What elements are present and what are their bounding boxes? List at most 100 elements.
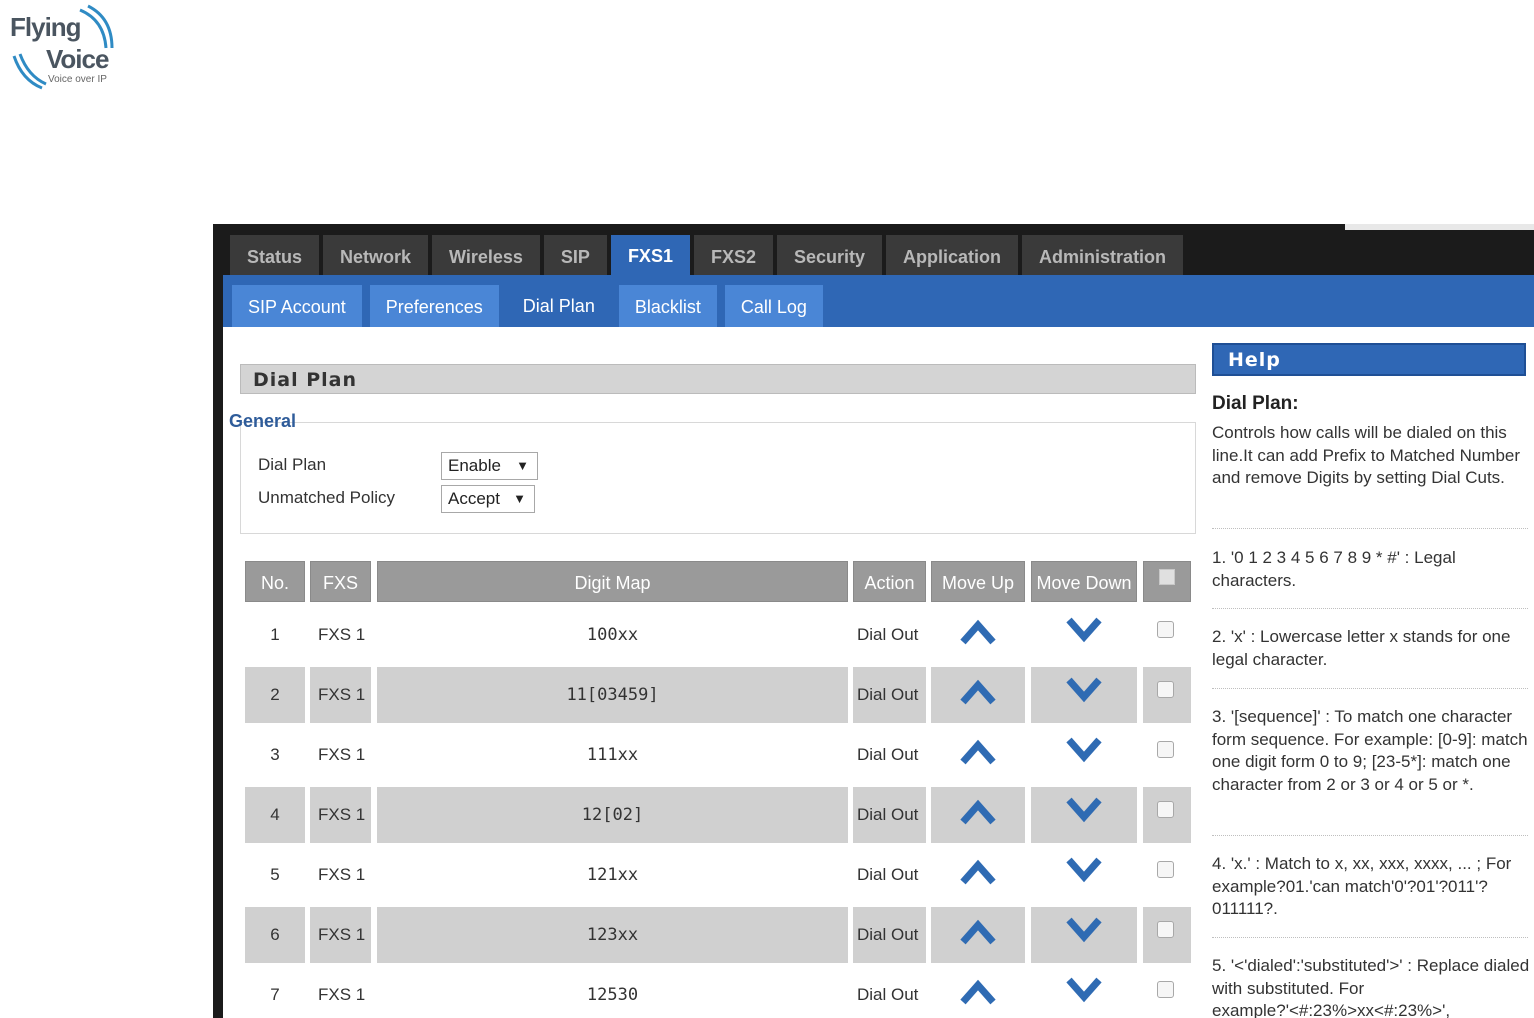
subtab-dial-plan[interactable]: Dial Plan (506, 285, 611, 327)
move-up-button[interactable] (931, 847, 1025, 903)
row-checkbox[interactable] (1157, 981, 1174, 998)
row-action: Dial Out (857, 685, 919, 704)
tab-network[interactable]: Network (323, 235, 429, 275)
logo-word-voice: Voice (46, 44, 109, 74)
row-action: Dial Out (857, 625, 919, 644)
subtab-sip-account[interactable]: SIP Account (232, 285, 362, 327)
move-down-button[interactable] (1031, 967, 1137, 1018)
help-divider (1212, 688, 1528, 689)
tab-security[interactable]: Security (777, 235, 883, 275)
help-header: Help (1212, 343, 1526, 376)
move-down-button[interactable] (1031, 907, 1137, 963)
move-up-button[interactable] (931, 607, 1025, 663)
select-all-checkbox[interactable] (1159, 568, 1175, 585)
help-divider (1212, 528, 1528, 529)
chevron-down-icon (1066, 796, 1102, 826)
row-action: Dial Out (857, 745, 919, 764)
row-number: 7 (270, 985, 280, 1004)
dropdown-arrow-icon: ▼ (513, 491, 526, 506)
move-down-button[interactable] (1031, 607, 1137, 663)
tab-application[interactable]: Application (886, 235, 1019, 275)
header-move-up: Move Up (931, 561, 1025, 602)
row-checkbox[interactable] (1157, 621, 1174, 638)
row-digit-map: 123xx (586, 925, 639, 945)
row-digit-map: 121xx (586, 865, 639, 885)
chevron-up-icon (960, 976, 996, 1006)
dial-plan-select[interactable]: Enable ▼ (441, 452, 538, 480)
help-title: Help (1228, 349, 1281, 371)
row-number: 4 (270, 805, 280, 824)
help-item-5: 5. '<'dialed':'substituted'>' : Replace … (1212, 956, 1530, 1018)
unmatched-policy-select-value: Accept (448, 489, 500, 508)
flying-voice-logo: Flying Voice Voice over IP (8, 4, 118, 94)
header-move-down: Move Down (1031, 561, 1137, 602)
move-down-button[interactable] (1031, 847, 1137, 903)
general-fieldset (240, 422, 1196, 534)
header-no: No. (245, 561, 305, 602)
tab-fxs1[interactable]: FXS1 (610, 235, 690, 275)
row-checkbox[interactable] (1157, 741, 1174, 758)
row-action: Dial Out (857, 925, 919, 944)
top-strip (1345, 224, 1534, 230)
subtab-call-log[interactable]: Call Log (724, 285, 823, 327)
general-legend: General (229, 411, 297, 431)
move-down-button[interactable] (1031, 787, 1137, 843)
section-header: Dial Plan (240, 364, 1196, 394)
move-up-button[interactable] (931, 667, 1025, 723)
move-down-button[interactable] (1031, 667, 1137, 723)
help-item-2: 2. 'x' : Lowercase letter x stands for o… (1212, 627, 1511, 669)
row-action: Dial Out (857, 985, 919, 1004)
chevron-down-icon (1066, 736, 1102, 766)
chevron-down-icon (1066, 916, 1102, 946)
help-subtitle: Dial Plan: (1212, 393, 1299, 414)
help-item-1: 1. '0 1 2 3 4 5 6 7 8 9 * #' : Legal cha… (1212, 548, 1456, 590)
header-fxs: FXS (310, 561, 371, 602)
tab-status[interactable]: Status (230, 235, 320, 275)
chevron-down-icon (1066, 616, 1102, 646)
header-select-all[interactable] (1143, 561, 1191, 602)
row-number: 3 (270, 745, 280, 764)
move-up-button[interactable] (931, 967, 1025, 1018)
row-digit-map: 12[02] (581, 805, 644, 825)
row-digit-map: 100xx (586, 625, 639, 645)
row-fxs: FXS 1 (318, 985, 366, 1004)
row-fxs: FXS 1 (318, 925, 366, 944)
help-divider (1212, 937, 1528, 938)
chevron-up-icon (960, 616, 996, 646)
chevron-down-icon (1066, 976, 1102, 1006)
chevron-down-icon (1066, 676, 1102, 706)
dial-plan-select-value: Enable (448, 456, 501, 475)
chevron-down-icon (1066, 856, 1102, 886)
row-number: 1 (270, 625, 280, 644)
unmatched-policy-select[interactable]: Accept ▼ (441, 485, 535, 513)
row-digit-map: 11[03459] (566, 685, 659, 705)
chevron-up-icon (960, 856, 996, 886)
logo-word-flying: Flying (10, 12, 82, 42)
subtab-preferences[interactable]: Preferences (369, 285, 499, 327)
main-nav: Status Network Wireless SIP FXS1 FXS2 Se… (230, 235, 1187, 275)
logo-tagline: Voice over IP (48, 74, 107, 85)
row-checkbox[interactable] (1157, 801, 1174, 818)
row-checkbox[interactable] (1157, 921, 1174, 938)
row-fxs: FXS 1 (318, 745, 366, 764)
tab-wireless[interactable]: Wireless (432, 235, 540, 275)
move-up-button[interactable] (931, 787, 1025, 843)
help-intro: Controls how calls will be dialed on thi… (1212, 423, 1521, 488)
page-title: Dial Plan (253, 369, 358, 391)
row-checkbox[interactable] (1157, 681, 1174, 698)
row-checkbox[interactable] (1157, 861, 1174, 878)
row-fxs: FXS 1 (318, 685, 366, 704)
chevron-up-icon (960, 736, 996, 766)
move-down-button[interactable] (1031, 727, 1137, 783)
tab-administration[interactable]: Administration (1022, 235, 1184, 275)
help-divider (1212, 835, 1528, 836)
row-fxs: FXS 1 (318, 805, 366, 824)
tab-fxs2[interactable]: FXS2 (693, 235, 773, 275)
row-digit-map: 111xx (586, 745, 639, 765)
row-fxs: FXS 1 (318, 625, 366, 644)
subtab-blacklist[interactable]: Blacklist (618, 285, 717, 327)
move-up-button[interactable] (931, 727, 1025, 783)
move-up-button[interactable] (931, 907, 1025, 963)
tab-sip[interactable]: SIP (543, 235, 607, 275)
row-digit-map: 12530 (586, 985, 639, 1005)
